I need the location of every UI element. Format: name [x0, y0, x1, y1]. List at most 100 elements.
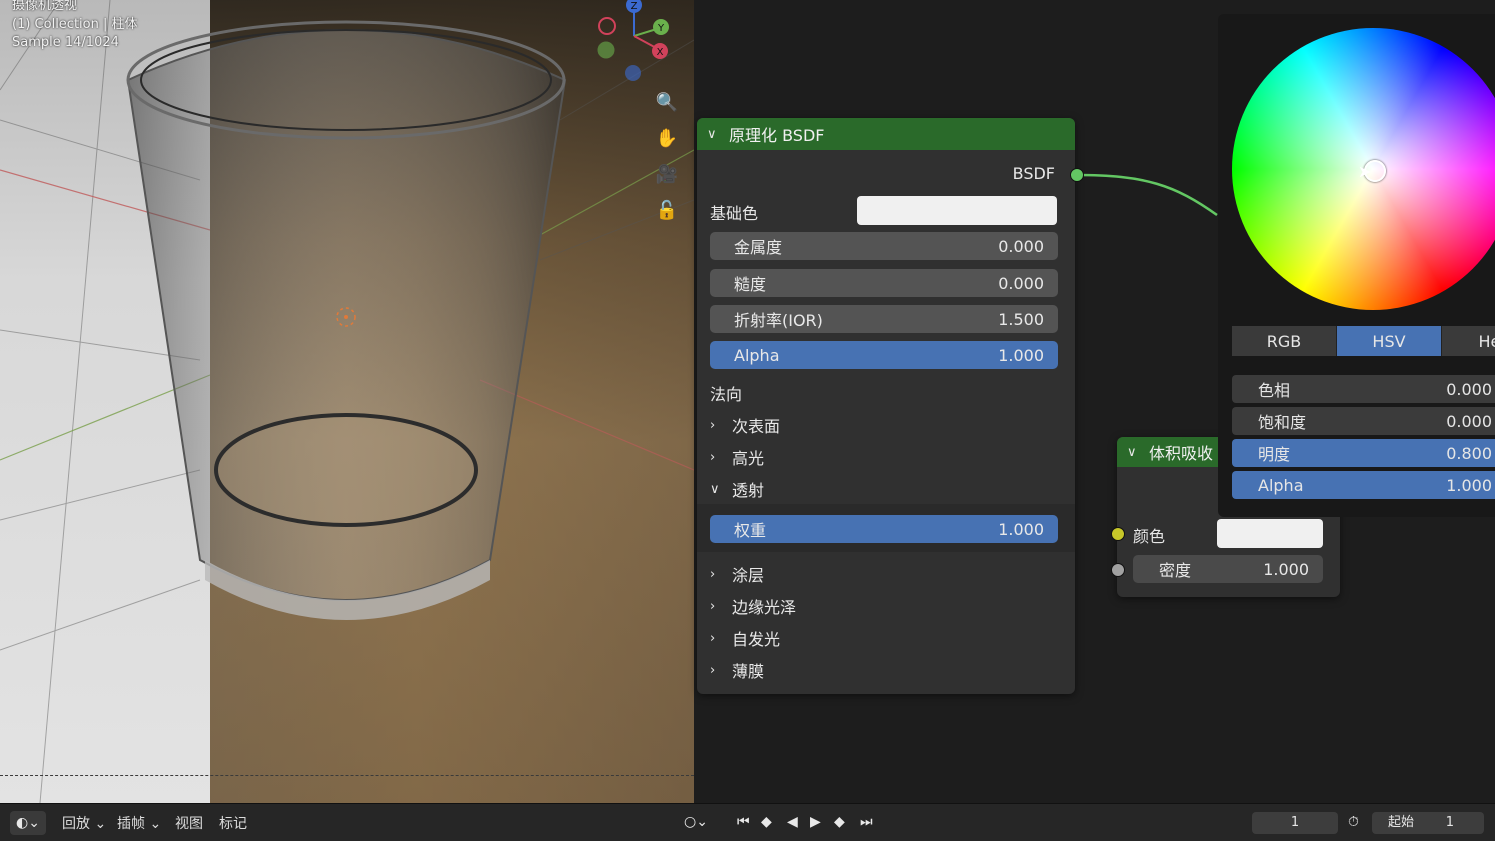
normal-label: 法向 [710, 385, 743, 404]
z-axis-label: Z [631, 1, 638, 12]
section-label: 透射 [732, 481, 765, 500]
mouse-cursor-icon: ➤ [1358, 162, 1372, 181]
saturation-label: 饱和度 [1258, 413, 1307, 432]
camera-icon[interactable]: 🎥 [654, 162, 680, 188]
alpha-field[interactable]: Alpha 1.000 [710, 341, 1058, 369]
weight-label: 权重 [734, 521, 767, 540]
section-emission[interactable]: › 自发光 [710, 626, 780, 650]
section-label: 薄膜 [732, 662, 765, 681]
tab-hex[interactable]: Hex [1442, 326, 1495, 356]
marker-menu[interactable]: 标记 [219, 813, 247, 833]
color-input-socket[interactable] [1111, 527, 1125, 541]
viewport-divider [0, 775, 694, 776]
view-menu[interactable]: 视图 [175, 813, 203, 833]
3d-viewport[interactable]: 摄像机透视 (1) Collection | 柱体 Sample 14/1024… [0, 0, 694, 803]
collapse-chevron-icon[interactable]: ∨ [707, 127, 723, 142]
start-frame-field[interactable]: 起始 1 [1372, 812, 1484, 834]
section-label: 自发光 [732, 630, 781, 649]
play-reverse-icon[interactable]: ◀ [787, 814, 798, 830]
volume-color-label: 颜色 [1133, 527, 1166, 546]
density-value: 1.000 [1263, 559, 1309, 579]
section-sheen[interactable]: › 边缘光泽 [710, 594, 796, 618]
zoom-icon[interactable]: 🔍 [654, 90, 680, 116]
tab-hsv[interactable]: HSV [1337, 326, 1442, 356]
bsdf-node-title: 原理化 BSDF [729, 126, 825, 145]
ior-label: 折射率(IOR) [734, 311, 823, 330]
transmission-weight-field[interactable]: 权重 1.000 [710, 515, 1058, 543]
start-value: 1 [1445, 815, 1454, 830]
value-label: 明度 [1258, 445, 1291, 464]
keying-menu[interactable]: 插帧 ⌄ [117, 813, 161, 833]
density-label: 密度 [1159, 561, 1192, 580]
hue-field[interactable]: 色相 0.000 [1232, 375, 1495, 403]
picker-alpha-field[interactable]: Alpha 1.000 [1232, 471, 1495, 499]
current-frame-field[interactable]: 1 [1252, 812, 1338, 834]
stopwatch-icon[interactable]: ⏱ [1348, 814, 1359, 830]
collection-label: (1) Collection | 柱体 [12, 17, 138, 32]
hue-value: 0.000 [1446, 379, 1492, 399]
expand-chevron-icon: › [710, 566, 716, 582]
saturation-field[interactable]: 饱和度 0.000 [1232, 407, 1495, 435]
jump-start-icon[interactable]: ⏮ [737, 814, 750, 830]
color-picker-popup[interactable]: ➤ RGB HSV Hex 色相 0.000 饱和度 0.000 明度 0.80… [1218, 14, 1495, 517]
jump-prev-keyframe-icon[interactable]: ◆ [761, 814, 772, 830]
hand-icon[interactable]: ✋ [654, 126, 680, 152]
expand-chevron-icon: › [710, 662, 716, 678]
picker-alpha-label: Alpha [1258, 475, 1304, 495]
bsdf-node-header[interactable]: ∨ 原理化 BSDF [697, 118, 1075, 150]
section-label: 边缘光泽 [732, 598, 797, 617]
glass-cup[interactable] [0, 0, 694, 803]
saturation-value: 0.000 [1446, 411, 1492, 431]
expand-chevron-icon: › [710, 630, 716, 646]
ior-value: 1.500 [998, 309, 1044, 329]
alpha-label: Alpha [734, 345, 780, 365]
section-transmission[interactable]: ∨ 透射 [710, 477, 764, 501]
picker-alpha-value: 1.000 [1446, 475, 1492, 495]
lock-icon[interactable]: 🔓 [654, 198, 680, 224]
base-color-label: 基础色 [710, 204, 759, 223]
start-label: 起始 [1388, 815, 1415, 830]
timeline-header: ◐⌄ 回放 ⌄ 插帧 ⌄ 视图 标记 ○⌄ ⏮ ◆ ◀ ▶ ◆ ⏭ 1 ⏱ 起始… [0, 803, 1495, 841]
section-label: 次表面 [732, 417, 781, 436]
keying-label: 插帧 [117, 816, 145, 832]
jump-next-keyframe-icon[interactable]: ◆ [834, 814, 845, 830]
density-field[interactable]: 密度 1.000 [1133, 555, 1323, 583]
ior-field[interactable]: 折射率(IOR) 1.500 [710, 305, 1058, 333]
section-thin-film[interactable]: › 薄膜 [710, 658, 764, 682]
sample-counter: Sample 14/1024 [12, 35, 119, 50]
roughness-value: 0.000 [998, 273, 1044, 293]
section-specular[interactable]: › 高光 [710, 445, 764, 469]
value-value: 0.800 [1446, 443, 1492, 463]
section-coat[interactable]: › 涂层 [710, 562, 764, 586]
metallic-value: 0.000 [998, 236, 1044, 256]
section-label: 高光 [732, 449, 765, 468]
bsdf-output-socket[interactable] [1070, 168, 1084, 182]
roughness-field[interactable]: 糙度 0.000 [710, 269, 1058, 297]
metallic-label: 金属度 [734, 238, 783, 257]
value-field[interactable]: 明度 0.800 [1232, 439, 1495, 467]
axis-gizmo[interactable]: Z Y X [592, 0, 682, 90]
y-axis-label: Y [657, 23, 665, 34]
density-input-socket[interactable] [1111, 563, 1125, 577]
tab-rgb[interactable]: RGB [1232, 326, 1337, 356]
playback-label: 回放 [62, 816, 90, 832]
base-color-swatch[interactable] [857, 196, 1057, 225]
collapse-chevron-icon[interactable]: ∨ [1127, 445, 1143, 460]
volume-color-swatch[interactable] [1217, 519, 1323, 548]
weight-value: 1.000 [998, 519, 1044, 539]
playback-menu[interactable]: 回放 ⌄ [62, 813, 106, 833]
principled-bsdf-node[interactable]: ∨ 原理化 BSDF BSDF 基础色 金属度 0.000 糙度 0.000 折… [697, 118, 1084, 694]
bsdf-output-label: BSDF [1012, 164, 1055, 183]
volume-node-title: 体积吸收 [1149, 444, 1214, 463]
play-icon[interactable]: ▶ [810, 814, 821, 830]
auto-keying-icon[interactable]: ○⌄ [684, 814, 708, 830]
alpha-value: 1.000 [998, 345, 1044, 365]
jump-end-icon[interactable]: ⏭ [860, 814, 873, 830]
hue-label: 色相 [1258, 381, 1291, 400]
section-subsurface[interactable]: › 次表面 [710, 413, 780, 437]
editor-type-icon[interactable]: ◐⌄ [10, 811, 46, 835]
x-axis-label: X [657, 47, 664, 58]
metallic-field[interactable]: 金属度 0.000 [710, 232, 1058, 260]
expand-chevron-icon: › [710, 598, 716, 614]
expand-chevron-icon: › [710, 449, 716, 465]
